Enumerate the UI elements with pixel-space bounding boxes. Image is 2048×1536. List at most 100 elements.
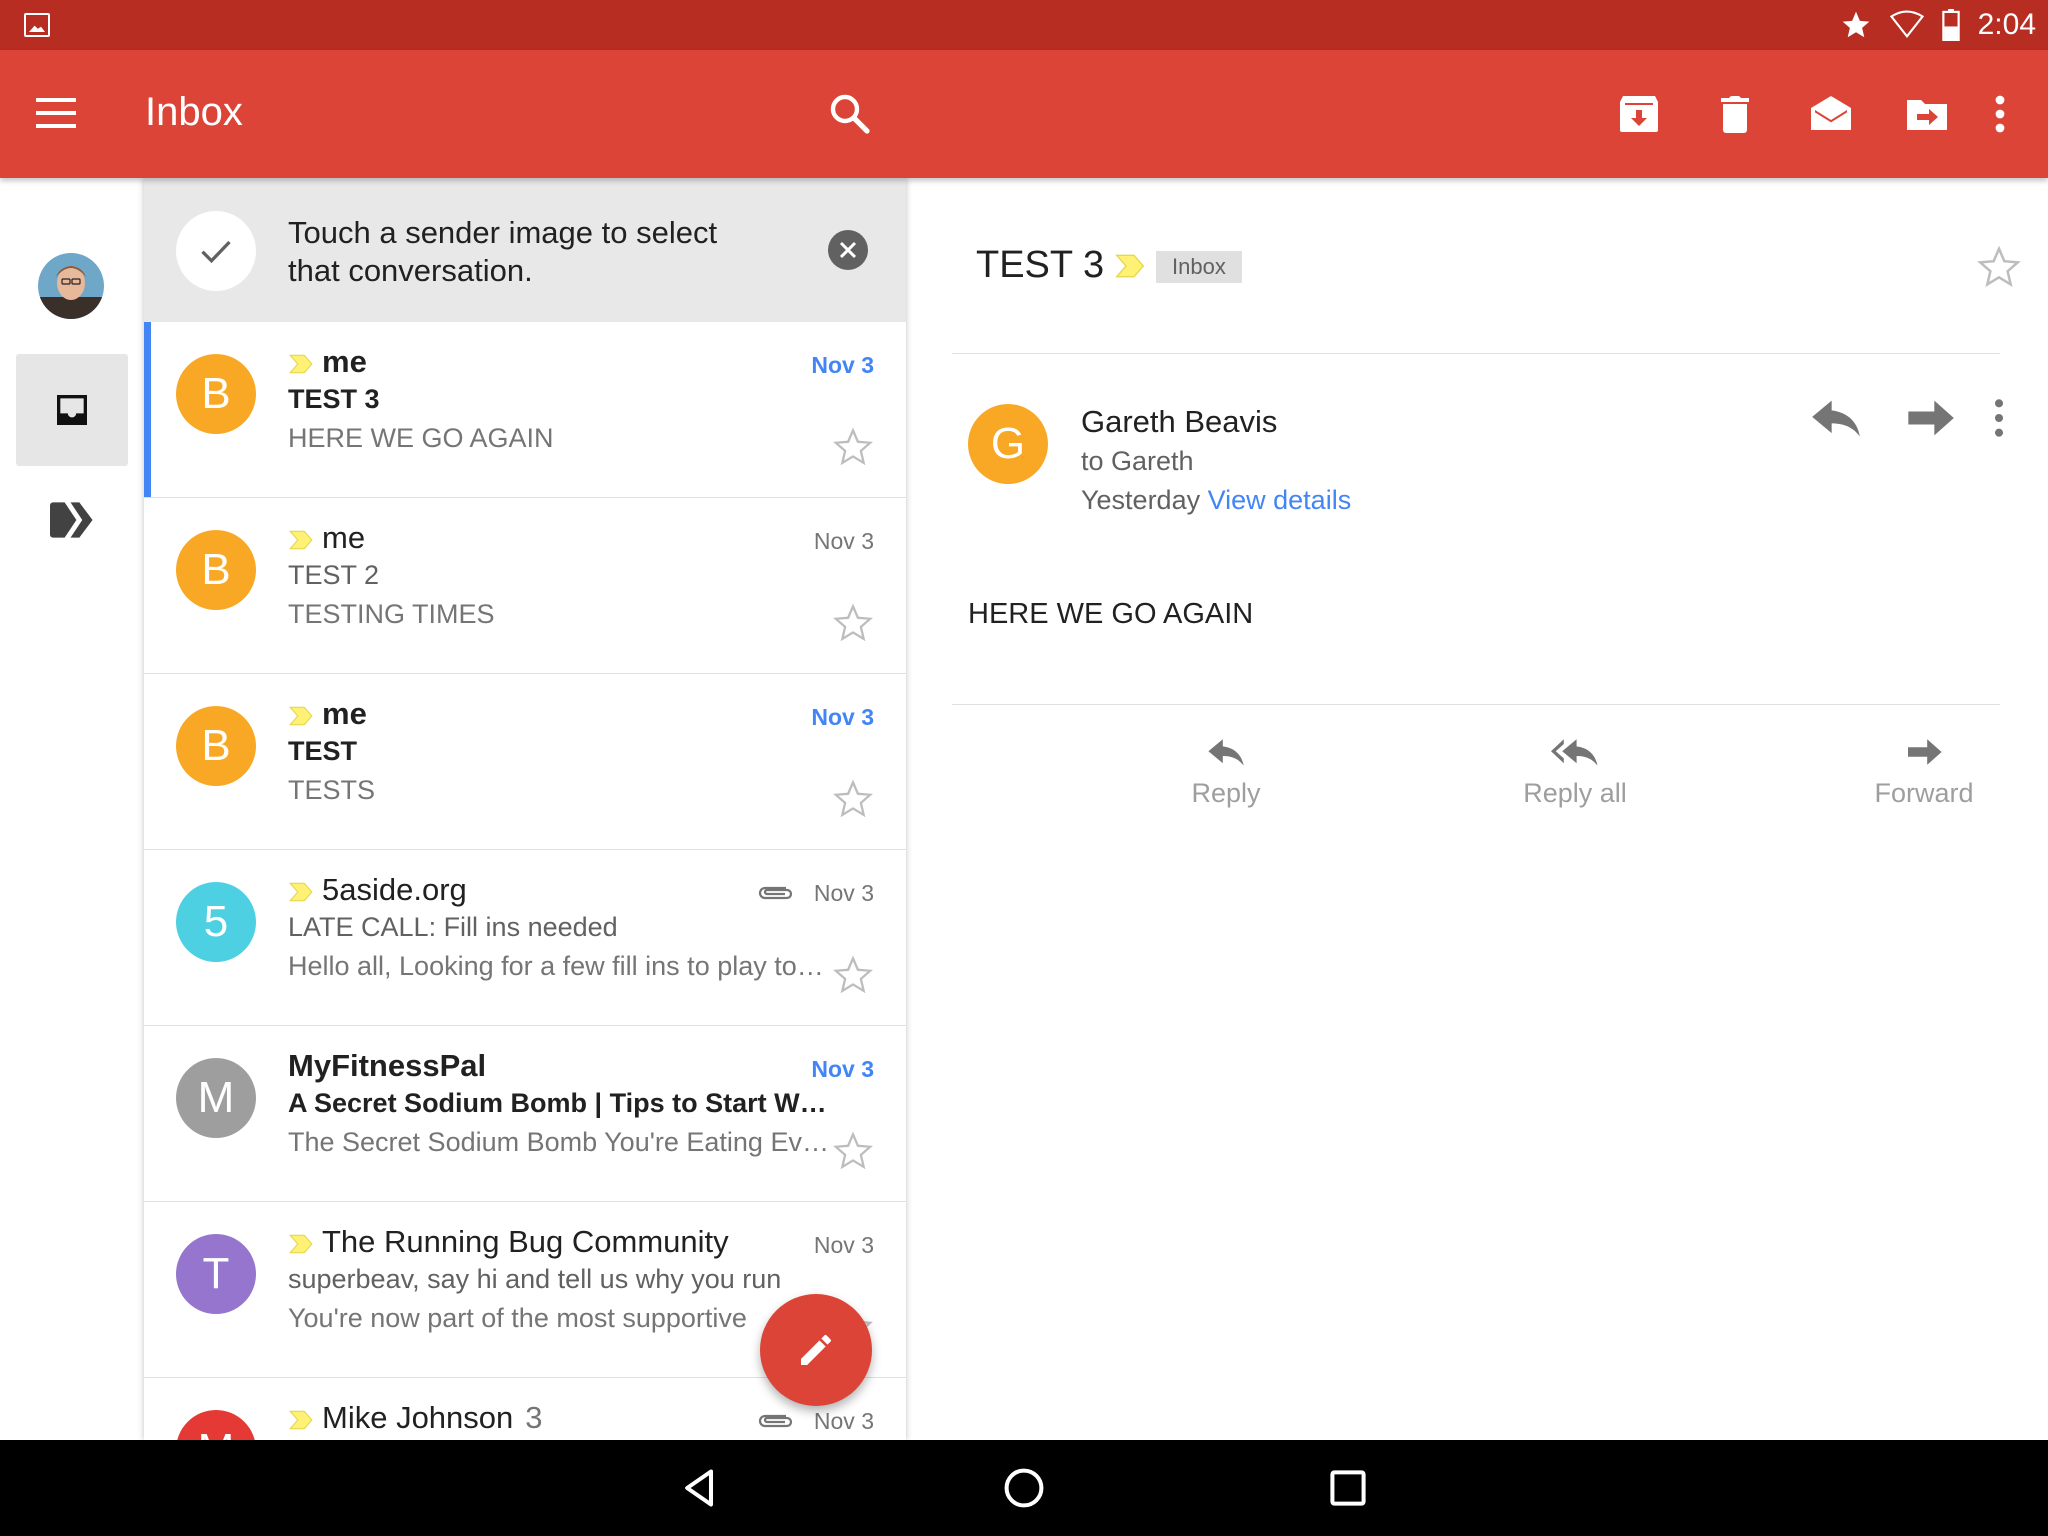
more-vert-icon[interactable]: [1988, 396, 2010, 440]
star-icon[interactable]: [832, 602, 874, 644]
sender-avatar[interactable]: M: [176, 1410, 256, 1440]
star-icon[interactable]: [832, 954, 874, 996]
sender-avatar[interactable]: G: [968, 404, 1048, 484]
attachment-icon: [756, 1408, 794, 1432]
move-to-icon[interactable]: [1903, 90, 1951, 138]
reply-label: Reply: [1191, 778, 1261, 808]
status-icons: 2:04: [1840, 0, 2036, 50]
more-vert-icon[interactable]: [1976, 90, 2024, 138]
important-marker-icon[interactable]: [288, 1229, 314, 1255]
reply-button[interactable]: Reply: [1126, 736, 1326, 809]
reply-icon: [1208, 739, 1244, 766]
message-time: Yesterday View details: [1081, 485, 1351, 516]
conversation-date: Nov 3: [811, 352, 874, 378]
conversation-date: Nov 3: [811, 1056, 874, 1082]
forward-icon[interactable]: [1904, 396, 1956, 440]
star-icon[interactable]: [832, 426, 874, 468]
important-marker-icon[interactable]: [1114, 250, 1146, 282]
sender-name: me: [322, 344, 367, 379]
star-icon[interactable]: [832, 1130, 874, 1172]
conversation-subject: TEST 2: [288, 560, 380, 590]
important-marker-icon[interactable]: [288, 701, 314, 727]
nav-rail: [0, 178, 142, 1440]
back-icon[interactable]: [678, 1466, 722, 1510]
sender-line: me: [288, 518, 365, 558]
star-icon[interactable]: [832, 778, 874, 820]
reply-icon[interactable]: [1810, 396, 1862, 440]
gallery-icon: [24, 13, 50, 37]
mark-read-icon[interactable]: [1807, 90, 1855, 138]
app-toolbar: Inbox: [0, 50, 2048, 178]
conversation-list: Touch a sender image to select that conv…: [144, 178, 906, 1440]
sender-line: Mike Johnson 3: [288, 1398, 543, 1438]
message-body: HERE WE GO AGAIN: [968, 598, 1254, 630]
conversation-snippet: Hello all, Looking for a few fill ins to…: [288, 951, 824, 981]
conversation-date: Nov 3: [811, 704, 874, 730]
sender-line: MyFitnessPal: [288, 1046, 486, 1086]
sender-avatar[interactable]: 5: [176, 882, 256, 962]
message-subject: TEST 3: [976, 244, 1105, 286]
attachment-icon: [756, 880, 794, 904]
delete-icon[interactable]: [1711, 90, 1759, 138]
conversation-date: Nov 3: [813, 1408, 874, 1434]
recipient-line: to Gareth: [1081, 446, 1194, 476]
search-icon[interactable]: [826, 90, 874, 138]
forward-icon: [1908, 739, 1942, 765]
sender-avatar[interactable]: M: [176, 1058, 256, 1138]
check-icon: [176, 211, 256, 291]
system-nav-bar: [0, 1440, 2048, 1536]
conversation-snippet: The Secret Sodium Bomb You're Eating Ev…: [288, 1127, 828, 1157]
sender-avatar[interactable]: B: [176, 706, 256, 786]
conversation-subject: superbeav, say hi and tell us why you ru…: [288, 1264, 782, 1294]
sender-name: MyFitnessPal: [288, 1048, 487, 1083]
sender-name: Gareth Beavis: [1081, 404, 1278, 439]
conversation-row[interactable]: Bme TEST TESTS Nov 3: [144, 674, 906, 850]
star-icon: [1842, 11, 1869, 38]
menu-icon[interactable]: [36, 98, 76, 128]
time-text: Yesterday: [1081, 485, 1201, 515]
priority-icon[interactable]: [50, 502, 94, 538]
view-details-link[interactable]: View details: [1208, 485, 1352, 515]
forward-button[interactable]: Forward: [1824, 736, 2024, 809]
conversation-row[interactable]: Bme TEST 2 TESTING TIMES Nov 3: [144, 498, 906, 674]
sender-line: me: [288, 694, 367, 734]
conversation-row[interactable]: M MyFitnessPal A Secret Sodium Bomb | Tips…: [144, 1026, 906, 1202]
sender-avatar[interactable]: B: [176, 530, 256, 610]
conversation-date: Nov 3: [813, 528, 874, 554]
important-marker-icon[interactable]: [288, 525, 314, 551]
important-marker-icon[interactable]: [288, 1405, 314, 1431]
conversation-date: Nov 3: [813, 880, 874, 906]
rail-item-inbox[interactable]: [16, 354, 128, 466]
sender-name: The Running Bug Community: [322, 1224, 729, 1259]
account-avatar[interactable]: [38, 253, 104, 319]
important-marker-icon[interactable]: [288, 349, 314, 375]
conversation-row[interactable]: Bme TEST 3 HERE WE GO AGAIN Nov 3: [144, 322, 906, 498]
conversation-snippet: You're now part of the most supportive: [288, 1303, 747, 1333]
conversation-row[interactable]: 5 5aside.org LATE CALL: Fill ins needed Hel…: [144, 850, 906, 1026]
thread-count: 3: [525, 1400, 543, 1435]
status-bar: 2:04: [0, 0, 2048, 50]
sender-avatar[interactable]: B: [176, 354, 256, 434]
reply-all-icon: [1551, 739, 1598, 766]
conversation-subject: TEST 3: [288, 384, 380, 414]
important-marker-icon[interactable]: [288, 877, 314, 903]
tip-text: Touch a sender image to select that conv…: [288, 215, 718, 288]
inbox-icon: [57, 395, 87, 425]
compose-icon: [801, 1335, 831, 1365]
divider: [952, 704, 2000, 705]
reading-pane: TEST 3 Inbox G Gareth Beavis to Gareth Y…: [908, 178, 2048, 1440]
label-chip-inbox[interactable]: Inbox: [1156, 251, 1242, 283]
star-icon[interactable]: [1976, 244, 2022, 290]
conversation-subject: TEST: [288, 736, 358, 766]
recents-icon[interactable]: [1326, 1466, 1370, 1510]
selection-tip-banner: Touch a sender image to select that conv…: [144, 178, 906, 322]
battery-icon: [1941, 9, 1960, 41]
close-icon[interactable]: [828, 230, 868, 270]
divider: [952, 353, 2000, 354]
reply-all-button[interactable]: Reply all: [1475, 736, 1675, 809]
archive-icon[interactable]: [1615, 90, 1663, 138]
home-icon[interactable]: [1002, 1466, 1046, 1510]
wifi-icon: [1889, 10, 1924, 39]
compose-button[interactable]: [760, 1294, 872, 1406]
sender-avatar[interactable]: T: [176, 1234, 256, 1314]
